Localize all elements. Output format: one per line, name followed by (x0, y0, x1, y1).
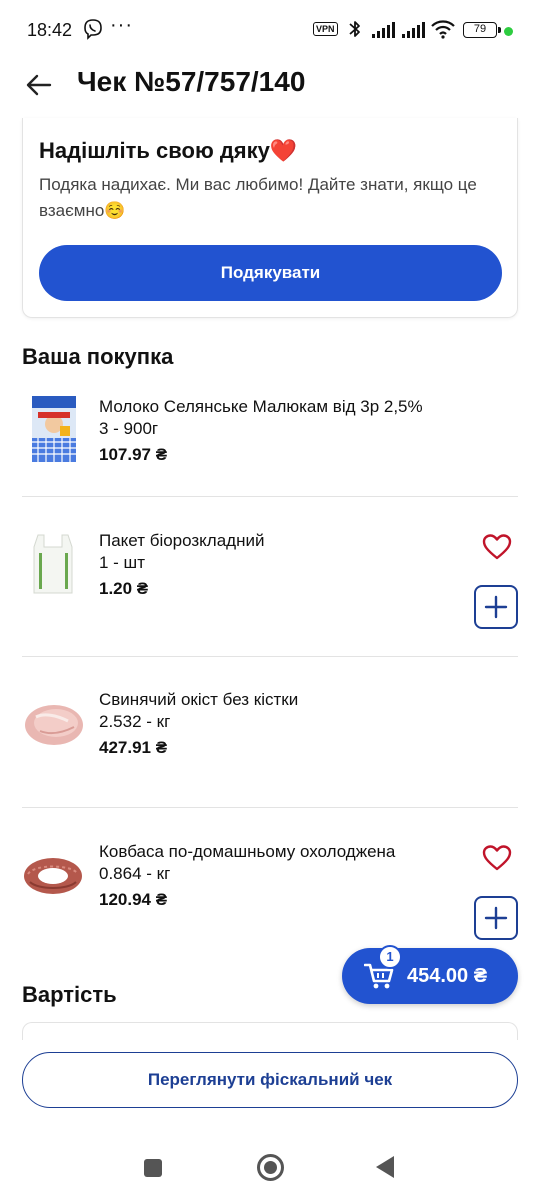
purchase-item[interactable]: Молоко Селянське Малюкам від 3р 2,5% 3 -… (22, 390, 518, 497)
purchase-item[interactable]: Свинячий окіст без кістки 2.532 - кг 427… (22, 657, 518, 808)
purchase-item[interactable]: Ковбаса по-домашньому охолоджена 0.864 -… (22, 808, 518, 948)
status-bar: 18:42 ··· VPN 79 (0, 0, 540, 60)
pork-image (25, 705, 83, 745)
back-triangle-icon[interactable] (376, 1156, 394, 1178)
cart-total: 454.00 ₴ (407, 965, 488, 987)
thanks-card: Надішліть свою дяку❤️ Подяка надихає. Ми… (22, 118, 518, 318)
bottom-action-area: Переглянути фіскальний чек (0, 1040, 540, 1150)
product-price: 1.20 ₴ (99, 579, 149, 598)
privacy-indicator-icon (504, 27, 513, 36)
wifi-icon (431, 20, 455, 39)
plus-icon (484, 595, 508, 619)
heart-icon[interactable] (482, 844, 512, 872)
bag-image (33, 534, 73, 594)
product-name: Пакет біорозкладний (99, 531, 265, 550)
system-nav-bar (0, 1140, 540, 1200)
battery-icon: 79 (463, 22, 501, 38)
status-time: 18:42 (27, 20, 73, 40)
product-name: Свинячий окіст без кістки (99, 690, 299, 709)
product-quantity: 3 - 900г (99, 419, 159, 438)
product-price: 427.91 ₴ (99, 738, 168, 757)
cart-button[interactable]: 1 454.00 ₴ (342, 945, 518, 1004)
thanks-title: Надішліть свою дяку❤️ (39, 138, 298, 163)
arrow-left-icon (26, 74, 52, 96)
more-notifications-icon: ··· (110, 14, 133, 36)
cost-card (22, 1022, 518, 1042)
viber-icon (84, 19, 102, 40)
product-price: 107.97 ₴ (99, 445, 168, 464)
recent-apps-icon[interactable] (144, 1159, 162, 1177)
add-to-cart-button[interactable] (474, 896, 518, 940)
vpn-icon: VPN (313, 22, 338, 36)
purchase-section-title: Ваша покупка (22, 344, 174, 369)
bluetooth-icon (349, 21, 360, 37)
signal-icon (402, 22, 425, 38)
cost-section-title: Вартість (22, 982, 117, 1007)
signal-icon (372, 22, 395, 38)
back-button[interactable] (22, 68, 56, 102)
thank-button[interactable]: Подякувати (39, 245, 502, 301)
heart-icon[interactable] (482, 533, 512, 561)
view-fiscal-receipt-button[interactable]: Переглянути фіскальний чек (22, 1052, 518, 1108)
cart-count-badge: 1 (378, 945, 402, 969)
thanks-text: Подяка надихає. Ми вас любимо! Дайте зна… (39, 175, 477, 220)
product-quantity: 0.864 - кг (99, 864, 171, 883)
home-icon[interactable] (257, 1154, 284, 1181)
sausage-image (24, 858, 82, 894)
product-quantity: 2.532 - кг (99, 712, 171, 731)
product-price: 120.94 ₴ (99, 890, 168, 909)
page-title: Чек №57/757/140 (77, 66, 306, 97)
add-to-cart-button[interactable] (474, 585, 518, 629)
product-quantity: 1 - шт (99, 553, 145, 572)
product-name: Молоко Селянське Малюкам від 3р 2,5% (99, 397, 423, 416)
product-name: Ковбаса по-домашньому охолоджена (99, 842, 396, 861)
milk-pack-image (32, 396, 76, 462)
plus-icon (484, 906, 508, 930)
purchase-item[interactable]: Пакет біорозкладний 1 - шт 1.20 ₴ (22, 497, 518, 657)
